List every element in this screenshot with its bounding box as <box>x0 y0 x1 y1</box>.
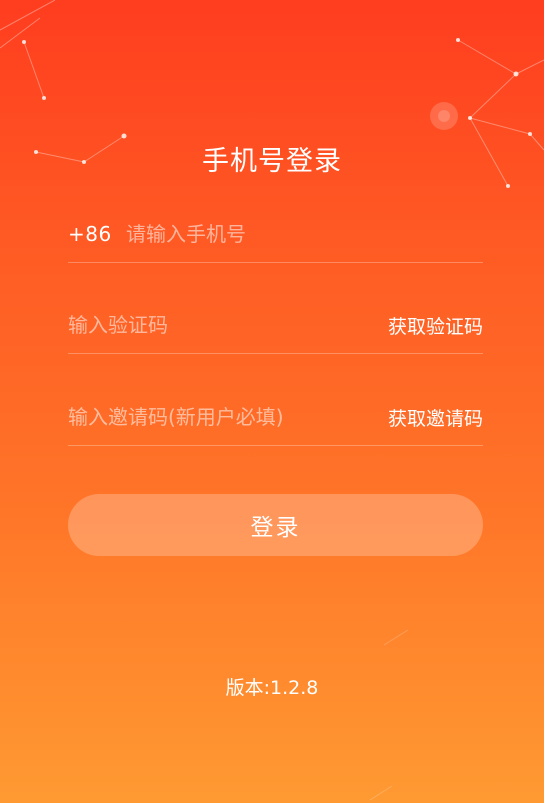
verification-code-input[interactable] <box>68 305 388 345</box>
get-verification-code-button[interactable]: 获取验证码 <box>388 312 483 339</box>
phone-field-row: +86 <box>68 206 483 263</box>
invite-code-row: 获取邀请码 <box>68 389 483 446</box>
invite-code-input[interactable] <box>68 397 388 437</box>
verification-code-row: 获取验证码 <box>68 297 483 354</box>
login-button[interactable]: 登录 <box>68 494 483 556</box>
country-code[interactable]: +86 <box>68 222 126 246</box>
page-title: 手机号登录 <box>202 146 342 177</box>
get-invite-code-button[interactable]: 获取邀请码 <box>388 404 483 431</box>
login-screen: 手机号登录 +86 获取验证码 获取邀请码 登录 版本:1.2.8 <box>0 0 544 803</box>
version-label: 版本:1.2.8 <box>225 677 319 699</box>
phone-input[interactable] <box>126 214 483 254</box>
